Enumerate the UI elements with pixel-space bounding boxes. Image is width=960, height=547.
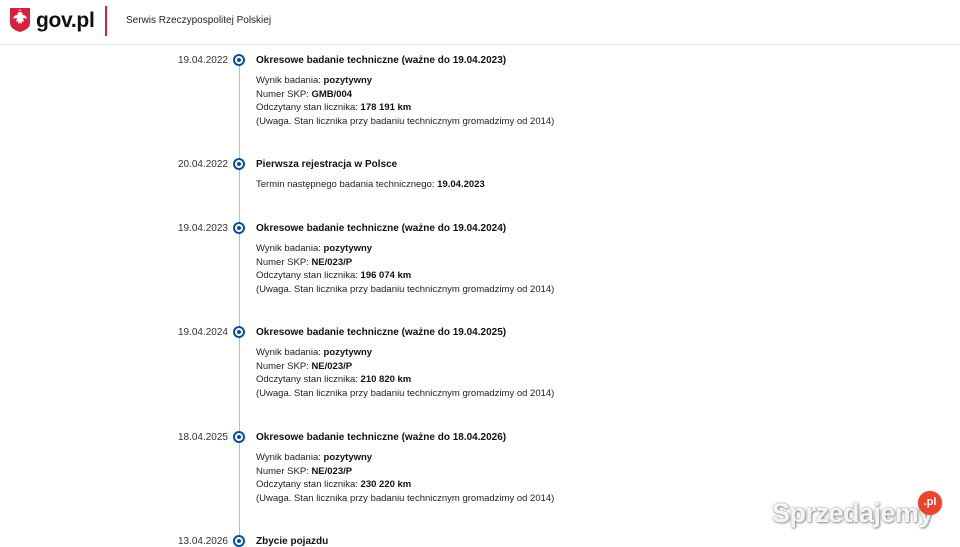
event-title: Okresowe badanie techniczne (ważne do 19…: [256, 55, 507, 66]
event-title: Pierwsza rejestracja w Polsce: [256, 159, 398, 170]
service-name: Serwis Rzeczypospolitej Polskiej: [126, 15, 272, 26]
skp-value: NE/023/P: [311, 465, 353, 477]
timeline-dot-icon: [233, 54, 245, 66]
odometer-note: (Uwaga. Stan licznika przy badaniu techn…: [256, 492, 555, 504]
timeline-dot-icon: [233, 222, 245, 234]
gov-pl-logo[interactable]: gov.pl: [36, 9, 95, 33]
odometer-label: Odczytany stan licznika:: [256, 374, 358, 385]
event-date: 19.04.2024: [177, 327, 228, 338]
odometer-label: Odczytany stan licznika:: [256, 102, 358, 113]
skp-value: NE/023/P: [311, 360, 353, 372]
skp-value: GMB/004: [311, 88, 353, 100]
event-date: 20.04.2022: [177, 159, 228, 170]
watermark-text: Sprzedajemy: [772, 498, 934, 528]
result-value: pozytywny: [323, 75, 373, 86]
odometer-value: 230 220 km: [360, 479, 412, 490]
event-date: 18.04.2025: [177, 432, 228, 443]
timeline-line: [239, 60, 240, 547]
watermark-badge: .pl: [918, 491, 942, 515]
odometer-note: (Uwaga. Stan licznika przy badaniu techn…: [256, 115, 555, 127]
event-title: Okresowe badanie techniczne (ważne do 19…: [256, 223, 507, 234]
timeline-dot-icon: [233, 431, 245, 443]
odometer-label: Odczytany stan licznika:: [256, 270, 358, 281]
event-date: 13.04.2026: [177, 536, 228, 547]
next-inspection-label: Termin następnego badania technicznego:: [256, 179, 435, 190]
polish-eagle-emblem-icon[interactable]: [9, 7, 31, 33]
event-details: Wynik badania: pozytywny Numer SKP: NE/0…: [256, 346, 554, 400]
skp-label: Numer SKP:: [256, 256, 309, 268]
event-title: Zbycie pojazdu: [256, 536, 329, 547]
odometer-value: 210 820 km: [360, 374, 412, 385]
event-title: Okresowe badanie techniczne (ważne do 19…: [256, 327, 507, 338]
event-date: 19.04.2023: [177, 223, 228, 234]
timeline-dot-icon: [233, 535, 245, 547]
result-value: pozytywny: [323, 243, 373, 254]
skp-label: Numer SKP:: [256, 465, 309, 477]
skp-label: Numer SKP:: [256, 88, 309, 100]
header-divider: [105, 6, 107, 36]
event-title: Okresowe badanie techniczne (ważne do 18…: [256, 432, 507, 443]
result-label: Wynik badania:: [256, 243, 321, 254]
event-details: Wynik badania: pozytywny Numer SKP: GMB/…: [256, 74, 554, 128]
odometer-note: (Uwaga. Stan licznika przy badaniu techn…: [256, 387, 555, 399]
result-label: Wynik badania:: [256, 452, 321, 463]
odometer-label: Odczytany stan licznika:: [256, 479, 358, 490]
site-header: gov.pl Serwis Rzeczypospolitej Polskiej: [0, 0, 960, 45]
result-label: Wynik badania:: [256, 347, 321, 358]
result-value: pozytywny: [323, 452, 373, 463]
timeline-dot-icon: [233, 326, 245, 338]
odometer-note: (Uwaga. Stan licznika przy badaniu techn…: [256, 283, 555, 295]
event-details: Wynik badania: pozytywny Numer SKP: NE/0…: [256, 242, 554, 296]
odometer-value: 178 191 km: [360, 102, 412, 113]
result-value: pozytywny: [323, 347, 373, 358]
event-details: Wynik badania: pozytywny Numer SKP: NE/0…: [256, 451, 554, 505]
event-details: Termin następnego badania technicznego: …: [256, 178, 485, 192]
skp-value: NE/023/P: [311, 256, 353, 268]
timeline-dot-icon: [233, 158, 245, 170]
skp-label: Numer SKP:: [256, 360, 309, 372]
next-inspection-value: 19.04.2023: [437, 179, 485, 190]
event-date: 19.04.2022: [177, 55, 228, 66]
result-label: Wynik badania:: [256, 75, 321, 86]
odometer-value: 196 074 km: [360, 270, 412, 281]
